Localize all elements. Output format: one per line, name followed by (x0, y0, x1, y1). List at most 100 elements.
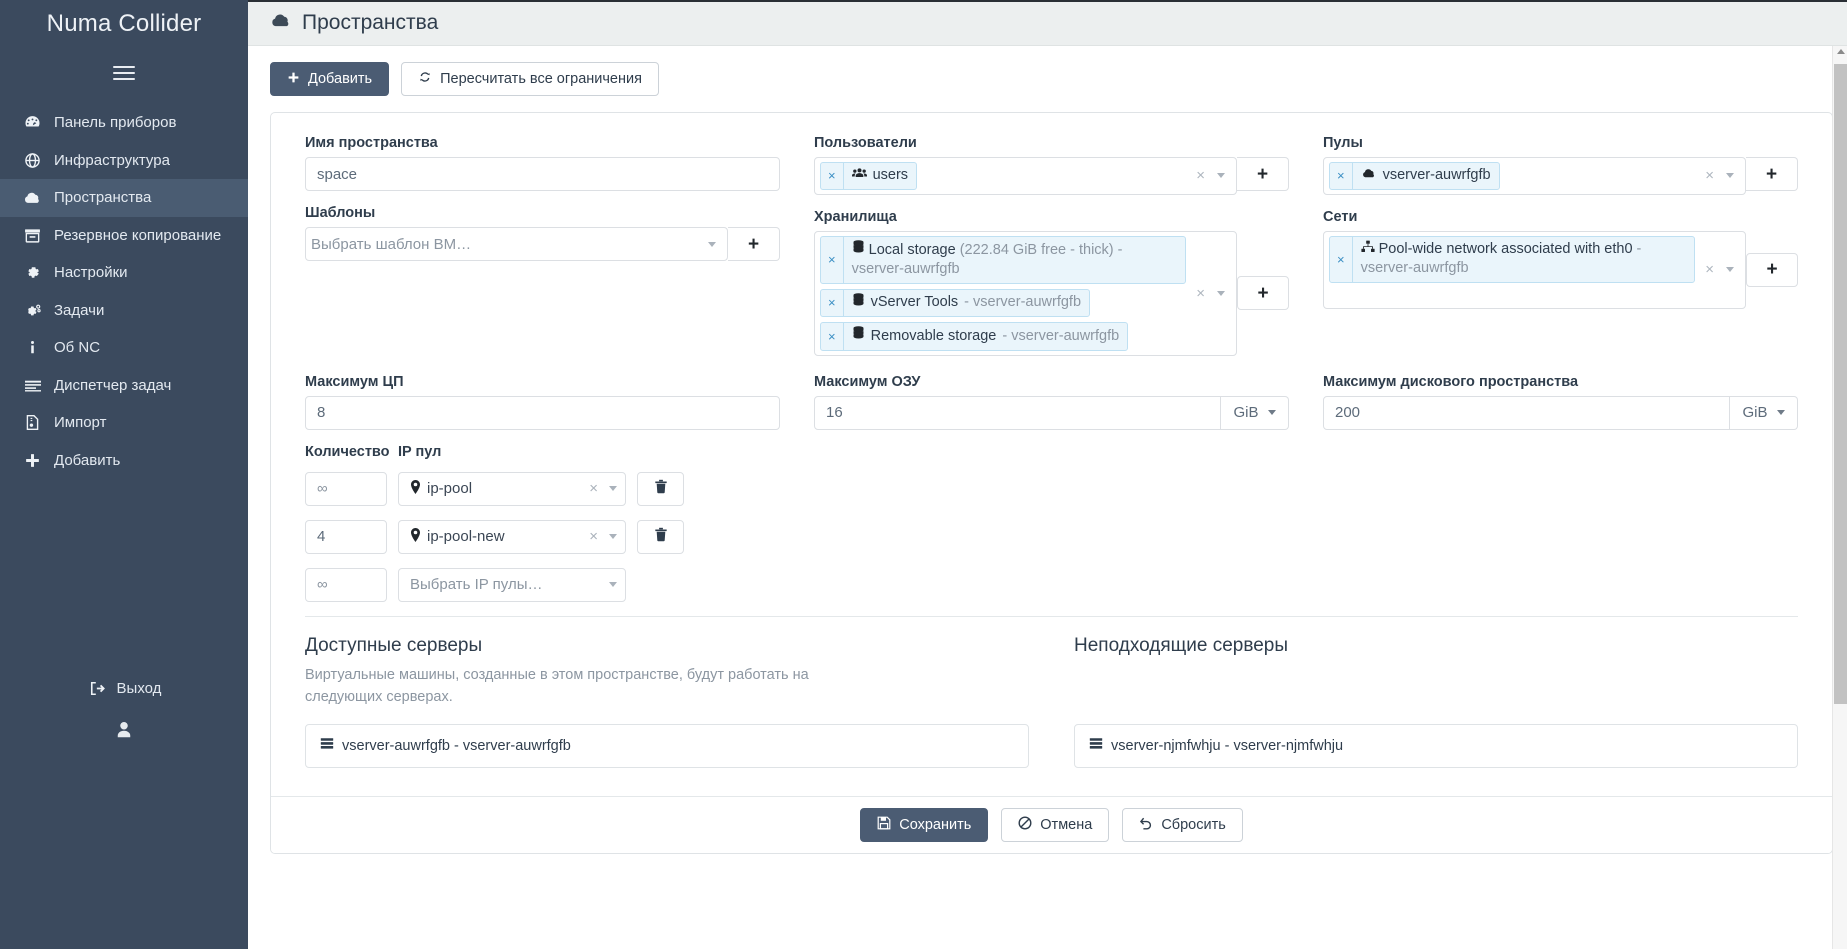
sidebar-item-label: Панель приборов (54, 114, 177, 131)
clear-all-icon[interactable]: × (1705, 262, 1714, 277)
max-disk-unit-label: GiB (1742, 404, 1768, 422)
tag-remove-button[interactable]: × (821, 289, 844, 317)
unsuitable-servers-title: Неподходящие серверы (1074, 634, 1289, 656)
sidebar-item-label: Об NC (54, 339, 101, 356)
page-content: Добавить Пересчитать все ограничения Имя… (248, 46, 1847, 949)
sidebar-item-label: Диспетчер задач (54, 376, 172, 394)
ip-pool-row: 4 ip-pool-new × (305, 519, 1798, 554)
space-form-body: Имя пространства space Шаблоны Выбрать ш… (271, 113, 1832, 796)
max-cpu-input[interactable]: 8 (305, 395, 780, 430)
available-servers-description: Виртуальные машины, созданные в этом про… (305, 666, 809, 706)
page-title-text: Пространства (302, 10, 439, 34)
max-ram-input[interactable]: 16 (814, 395, 1221, 430)
pools-add-button[interactable]: + (1746, 157, 1798, 191)
tag-remove-button[interactable]: × (1330, 236, 1353, 282)
avatar[interactable] (0, 706, 248, 744)
users-select[interactable]: × users × (814, 157, 1237, 195)
chevron-down-icon[interactable] (1217, 173, 1225, 179)
users-icon (851, 166, 867, 186)
sidebar-item-task-manager[interactable]: Диспетчер задач (0, 367, 248, 405)
tag-text: vserver-auwrfgfb (1382, 167, 1491, 183)
reset-button-label: Сбросить (1161, 817, 1226, 833)
chevron-down-icon[interactable] (1726, 267, 1734, 273)
sidebar-item-label: Задачи (54, 301, 105, 319)
tag-label: users (844, 163, 916, 189)
storages-select-inner: × Local storage (222.84 GiB free - thick (820, 232, 1190, 355)
chevron-down-icon[interactable] (609, 582, 617, 588)
space-name-input[interactable]: space (305, 157, 780, 191)
max-disk-input[interactable]: 200 (1323, 395, 1730, 430)
users-add-button[interactable]: + (1237, 157, 1289, 191)
ip-pool-select[interactable]: Выбрать IP пулы… (398, 567, 626, 602)
ip-qty-input[interactable]: ∞ (305, 567, 387, 602)
space-name-label: Имя пространства (305, 135, 438, 151)
form-col-right-1: Пулы × vserver-auwrfgfb × + Сети × Pool-… (1323, 135, 1798, 370)
clear-all-icon[interactable]: × (1705, 168, 1714, 183)
add-button[interactable]: Добавить (270, 62, 390, 96)
ip-pool-delete-button[interactable] (637, 471, 684, 506)
tag-remove-button[interactable]: × (821, 163, 844, 189)
sidebar-bottom-pad (0, 744, 248, 949)
sidebar-item-tasks[interactable]: Задачи (0, 292, 248, 330)
sidebar-toggle-button[interactable] (0, 48, 248, 98)
recalculate-limits-button[interactable]: Пересчитать все ограничения (401, 62, 659, 96)
sidebar-item-add[interactable]: Добавить (0, 442, 248, 480)
ip-pool-name: ip-pool (427, 480, 473, 498)
sidebar-item-about[interactable]: Об NC (0, 329, 248, 367)
available-servers-block: Доступные серверы Виртуальные машины, со… (305, 635, 1029, 768)
ip-pool-value: ip-pool (410, 479, 589, 498)
tag-remove-button[interactable]: × (1330, 163, 1353, 189)
ip-qty-input[interactable]: ∞ (305, 471, 387, 506)
clear-all-icon[interactable]: × (1196, 168, 1205, 183)
scroll-up-arrow-icon[interactable] (1836, 49, 1845, 54)
sidebar-item-import[interactable]: Импорт (0, 404, 248, 442)
templates-field: Шаблоны Выбрать шаблон ВМ… + (305, 205, 780, 261)
storages-label: Хранилища (814, 208, 897, 225)
clear-all-icon[interactable]: × (1196, 286, 1205, 301)
vertical-scrollbar[interactable] (1832, 46, 1847, 949)
save-button[interactable]: Сохранить (860, 808, 989, 842)
chevron-down-icon[interactable] (609, 486, 617, 492)
networks-add-button[interactable]: + (1746, 252, 1798, 287)
templates-select[interactable]: Выбрать шаблон ВМ… (305, 227, 728, 261)
cancel-button[interactable]: Отмена (1001, 808, 1110, 842)
tag-remove-button[interactable]: × (821, 236, 844, 283)
selected-tag: × vServer Tools - vserver-auwrfgfb (820, 288, 1091, 318)
selected-tag: × users (820, 162, 918, 190)
sidebar-item-dashboard[interactable]: Панель приборов (0, 104, 248, 142)
database-icon (852, 326, 865, 347)
sidebar-item-infrastructure[interactable]: Инфраструктура (0, 142, 248, 180)
storages-add-button[interactable]: + (1237, 276, 1289, 311)
tag-remove-button[interactable]: × (821, 323, 844, 350)
sidebar-item-settings[interactable]: Настройки (0, 254, 248, 292)
cloud-icon (1361, 166, 1377, 186)
max-ram-unit-dropdown[interactable]: GiB (1221, 395, 1289, 430)
users-field: Пользователи × users × + (814, 135, 1289, 195)
networks-select[interactable]: × Pool-wide network associated with eth0 (1323, 230, 1746, 309)
logout-button[interactable]: Выход (0, 671, 248, 706)
ip-pool-select[interactable]: ip-pool × (398, 471, 626, 506)
templates-add-button[interactable]: + (728, 227, 780, 261)
archive-icon (22, 227, 43, 244)
tag-label: vServer Tools - vserver-auwrfgfb (844, 290, 1089, 317)
scrollbar-thumb[interactable] (1834, 64, 1847, 704)
chevron-down-icon[interactable] (609, 534, 617, 540)
clear-icon[interactable]: × (589, 480, 598, 497)
sidebar-item-backup[interactable]: Резервное копирование (0, 217, 248, 255)
pools-select[interactable]: × vserver-auwrfgfb × (1323, 157, 1746, 195)
clear-icon[interactable]: × (589, 528, 598, 545)
ip-qty-input[interactable]: 4 (305, 519, 387, 554)
sidebar-item-spaces[interactable]: Пространства (0, 179, 248, 217)
reset-button[interactable]: Сбросить (1122, 808, 1243, 842)
unsuitable-servers-block: Неподходящие серверы vserver-njmfwhju - … (1074, 635, 1798, 768)
chevron-down-icon[interactable] (1726, 173, 1734, 179)
ip-pool-select[interactable]: ip-pool-new × (398, 519, 626, 554)
max-disk-unit-dropdown[interactable]: GiB (1730, 395, 1798, 430)
storages-select[interactable]: × Local storage (222.84 GiB free - thick (814, 230, 1237, 356)
chevron-down-icon[interactable] (708, 241, 716, 247)
gears-icon (22, 302, 43, 319)
users-select-row: × users × + (814, 157, 1289, 195)
ip-pool-delete-button[interactable] (637, 519, 684, 554)
chevron-down-icon[interactable] (1217, 290, 1225, 296)
networks-select-row: × Pool-wide network associated with eth0 (1323, 230, 1798, 309)
